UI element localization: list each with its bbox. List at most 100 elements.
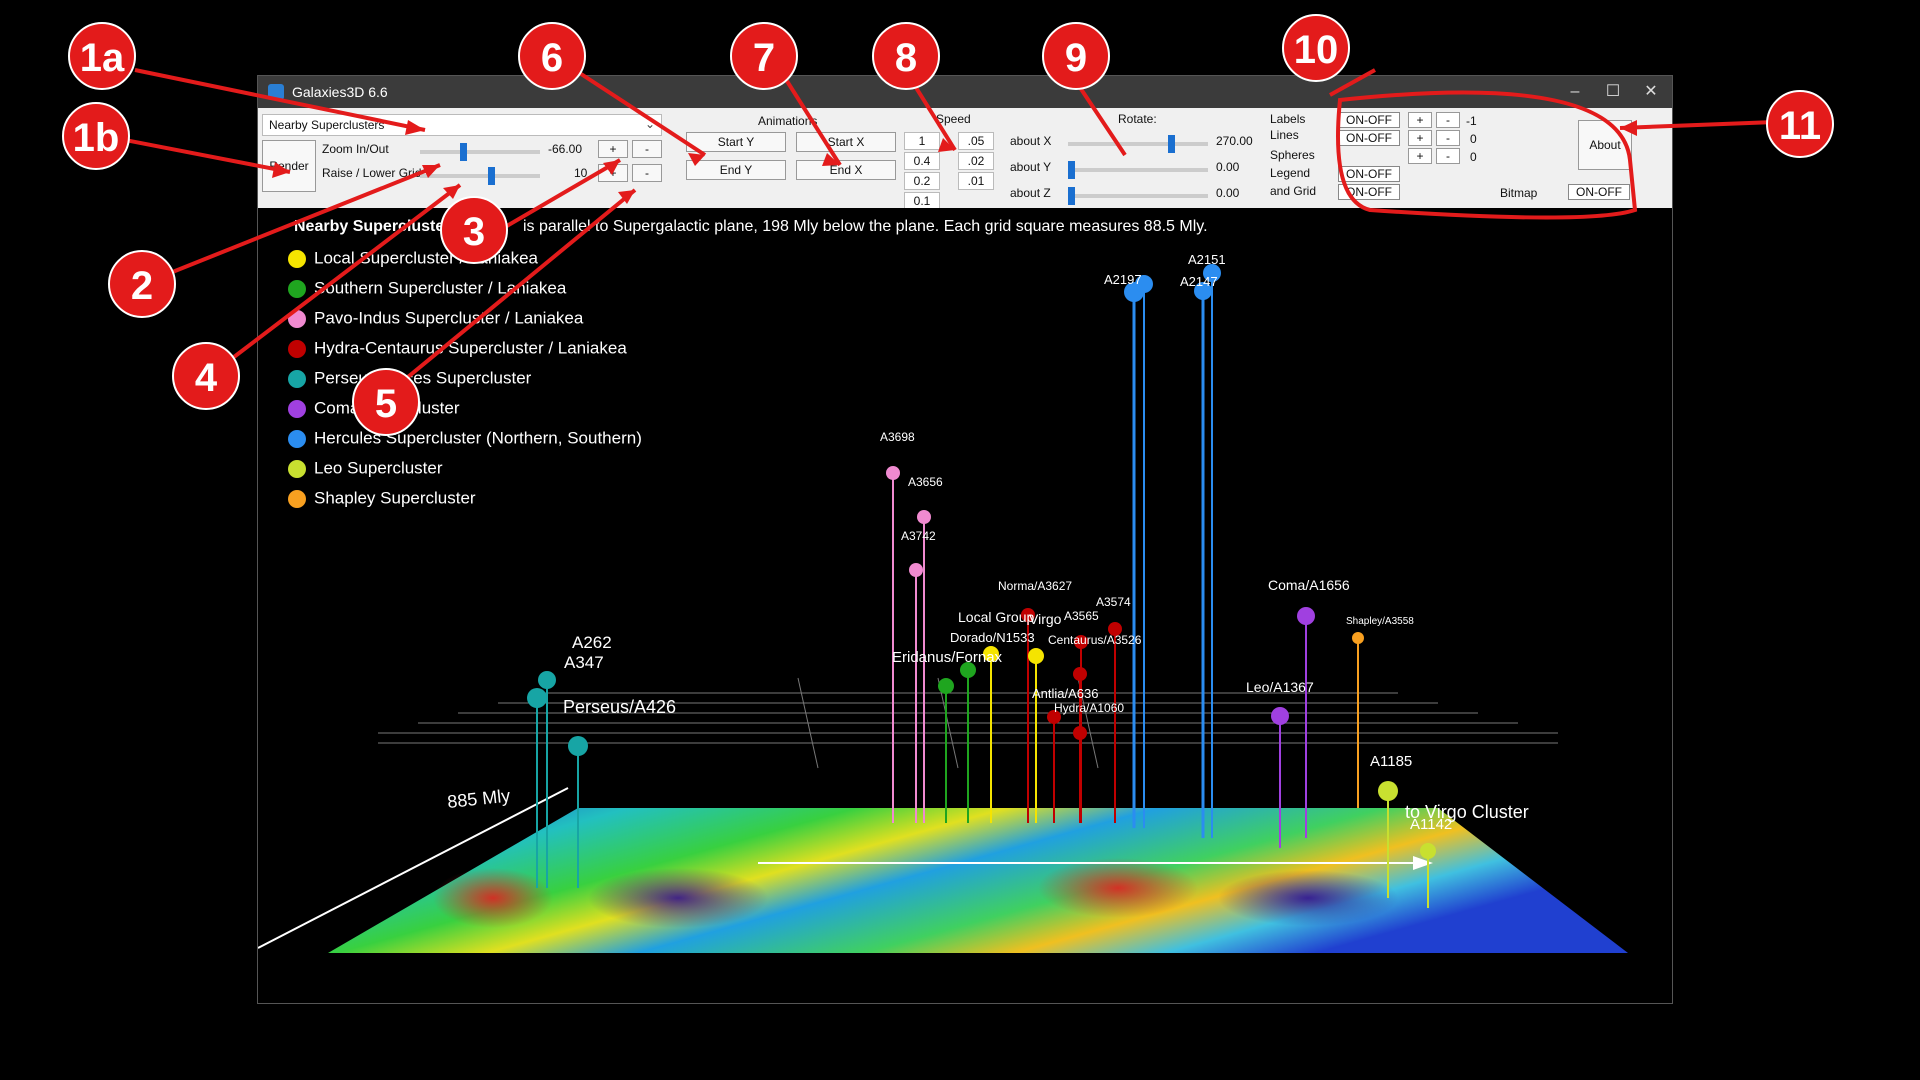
rotate-z-slider-thumb[interactable]: [1068, 187, 1075, 205]
dataset-dropdown[interactable]: Nearby Superclusters ⌄: [262, 114, 662, 136]
density-hotspot: [433, 868, 553, 928]
marker-Leo[interactable]: [1271, 707, 1289, 725]
animations-label: Animations: [758, 114, 818, 128]
speed-01-button[interactable]: .01: [958, 172, 994, 190]
rotate-z-value: 0.00: [1216, 186, 1240, 200]
speed-0-2-button[interactable]: 0.2: [904, 172, 940, 190]
legend-swatch: [288, 249, 306, 268]
label-LocalGroup: Local Group: [958, 609, 1034, 625]
rotate-y-slider-thumb[interactable]: [1068, 161, 1075, 179]
density-void: [1218, 870, 1398, 926]
marker-A347[interactable]: [527, 688, 547, 708]
zoom-slider-thumb[interactable]: [460, 143, 467, 161]
raise-minus-button[interactable]: -: [632, 164, 662, 182]
window-title: Galaxies3D 6.6: [292, 84, 388, 100]
legend-item: Local Supercluster / Laniakea: [288, 248, 538, 272]
labels-plus-button[interactable]: +: [1408, 112, 1432, 128]
legend-label: Hercules Supercluster (Northern, Souther…: [314, 428, 642, 448]
scene-caption: is parallel to Supergalactic plane, 198 …: [523, 218, 1208, 235]
spheres-minus-button[interactable]: -: [1436, 148, 1460, 164]
label-A2147: A2147: [1180, 274, 1218, 289]
raise-grid-slider[interactable]: [420, 167, 540, 185]
labels-toggle[interactable]: ON-OFF: [1338, 112, 1400, 128]
marker-A3698[interactable]: [886, 466, 900, 480]
annotation-marker-9: 9: [1042, 22, 1110, 90]
lines-plus-button[interactable]: +: [1408, 130, 1432, 146]
speed-1-button[interactable]: 1: [904, 132, 940, 150]
marker-A262[interactable]: [538, 671, 556, 689]
legend-item: Southern Supercluster / Laniakea: [288, 278, 566, 302]
legend-label: Legend: [1270, 166, 1311, 180]
legend-swatch: [288, 279, 306, 298]
annotation-marker-2: 2: [108, 250, 176, 318]
marker-Perseus[interactable]: [568, 736, 588, 756]
speed-05-button[interactable]: .05: [958, 132, 994, 150]
density-void: [588, 868, 768, 928]
rotate-z-label: about Z: [1010, 186, 1051, 200]
rotate-z-slider[interactable]: [1068, 187, 1208, 205]
about-button[interactable]: About: [1578, 120, 1632, 170]
rotate-y-label: about Y: [1010, 160, 1052, 174]
label-A347: A347: [564, 653, 604, 672]
rotate-y-slider[interactable]: [1068, 161, 1208, 179]
marker-Hydra[interactable]: [1073, 726, 1087, 740]
end-y-button[interactable]: End Y: [686, 160, 786, 180]
annotation-marker-5: 5: [352, 368, 420, 436]
lines-label: Lines: [1270, 128, 1299, 142]
legend-item: Hercules Supercluster (Northern, Souther…: [288, 428, 642, 452]
3d-viewport[interactable]: A3698 A3656 A3742 Norma/A3627 A3574 A356…: [258, 208, 1672, 1003]
legend-swatch: [288, 489, 306, 508]
start-x-button[interactable]: Start X: [796, 132, 896, 152]
speed-0-4-button[interactable]: 0.4: [904, 152, 940, 170]
grid-label: and Grid: [1270, 184, 1317, 198]
legend-toggle[interactable]: ON-OFF: [1338, 166, 1400, 182]
raise-plus-button[interactable]: +: [598, 164, 628, 182]
annotation-marker-3: 3: [440, 196, 508, 264]
marker-Virgo[interactable]: [1028, 648, 1044, 664]
marker-A1142[interactable]: [1420, 843, 1436, 859]
labels-minus-button[interactable]: -: [1436, 112, 1460, 128]
legend-item: Pavo-Indus Supercluster / Laniakea: [288, 308, 583, 332]
marker-Shapley[interactable]: [1352, 632, 1364, 644]
rotate-x-slider-thumb[interactable]: [1168, 135, 1175, 153]
legend-item: Leo Supercluster: [288, 458, 443, 482]
legend-label: Hydra-Centaurus Supercluster / Laniakea: [314, 338, 627, 358]
render-button[interactable]: Render: [262, 140, 316, 192]
marker-Centaurus[interactable]: [1073, 667, 1087, 681]
annotation-marker-1b: 1b: [62, 102, 130, 170]
direction-label: to Virgo Cluster: [1405, 802, 1529, 822]
end-x-button[interactable]: End X: [796, 160, 896, 180]
annotation-marker-1a: 1a: [68, 22, 136, 90]
legend-item: Shapley Supercluster: [288, 488, 476, 512]
legend-label: Perseus Pisces Supercluster: [314, 368, 532, 388]
annotation-marker-7: 7: [730, 22, 798, 90]
marker-A1185[interactable]: [1378, 781, 1398, 801]
lines-toggle[interactable]: ON-OFF: [1338, 130, 1400, 146]
marker-Coma[interactable]: [1297, 607, 1315, 625]
marker-A3656[interactable]: [917, 510, 931, 524]
grid-toggle[interactable]: ON-OFF: [1338, 184, 1400, 200]
zoom-plus-button[interactable]: +: [598, 140, 628, 158]
close-icon[interactable]: ✕: [1628, 80, 1674, 104]
zoom-slider[interactable]: [420, 143, 540, 161]
raise-grid-label: Raise / Lower Grid: [322, 166, 422, 180]
marker-A3742[interactable]: [909, 563, 923, 577]
marker-Eridanus[interactable]: [938, 678, 954, 694]
zoom-label: Zoom In/Out: [322, 142, 389, 156]
zoom-minus-button[interactable]: -: [632, 140, 662, 158]
scene-title: Nearby Superclusters: [294, 218, 460, 235]
chevron-down-icon: ⌄: [644, 117, 655, 131]
label-A2197: A2197: [1104, 272, 1142, 287]
speed-02-button[interactable]: .02: [958, 152, 994, 170]
spheres-plus-button[interactable]: +: [1408, 148, 1432, 164]
rotate-y-value: 0.00: [1216, 160, 1240, 174]
bitmap-toggle[interactable]: ON-OFF: [1568, 184, 1630, 200]
annotation-marker-11: 11: [1766, 90, 1834, 158]
label-A3742: A3742: [901, 529, 936, 543]
lines-minus-button[interactable]: -: [1436, 130, 1460, 146]
legend-swatch: [288, 309, 306, 328]
raise-grid-value: 10: [574, 166, 588, 180]
rotate-x-slider[interactable]: [1068, 135, 1208, 153]
raise-grid-slider-thumb[interactable]: [488, 167, 495, 185]
start-y-button[interactable]: Start Y: [686, 132, 786, 152]
